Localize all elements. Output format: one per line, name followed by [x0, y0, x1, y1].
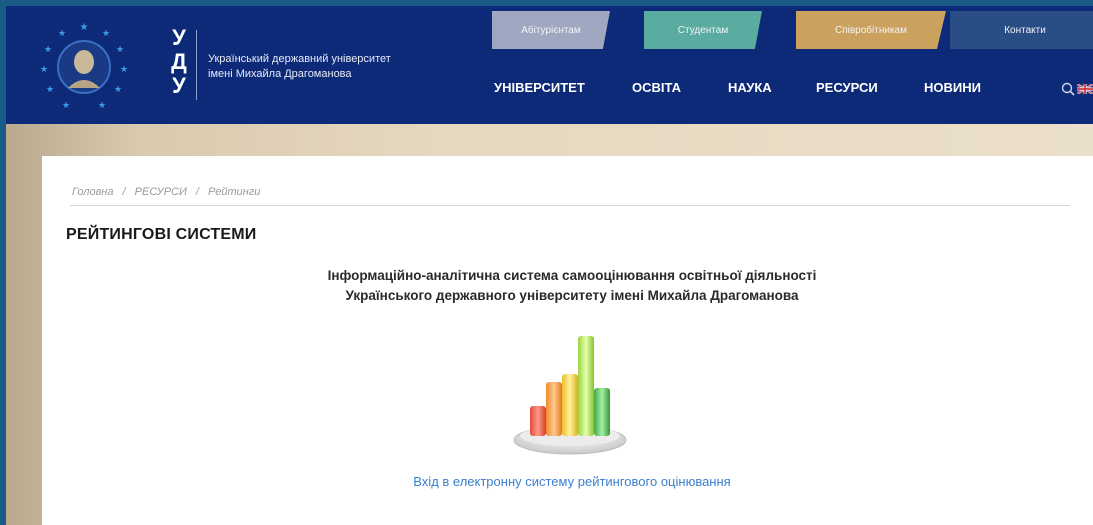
tab-contacts[interactable]: Контакти: [950, 11, 1093, 49]
tab-applicants[interactable]: Абітурієнтам: [492, 11, 610, 49]
nav-university[interactable]: УНІВЕРСИТЕТ: [494, 74, 585, 102]
site-header: ★ ★ ★ ★ ★ ★ ★ ★ ★ ★ ★ У Д У Український …: [6, 6, 1093, 124]
description-line: Інформаційно-аналітична система самооцін…: [327, 268, 817, 283]
svg-text:★: ★: [62, 100, 70, 110]
svg-text:★: ★: [58, 28, 66, 38]
svg-text:★: ★: [102, 28, 110, 38]
svg-text:★: ★: [114, 84, 122, 94]
breadcrumb-resources[interactable]: РЕСУРСИ: [135, 186, 187, 198]
svg-text:★: ★: [40, 64, 48, 74]
nav-resources[interactable]: РЕСУРСИ: [816, 74, 878, 102]
breadcrumb-divider: [70, 205, 1070, 206]
svg-text:★: ★: [120, 64, 128, 74]
logo-divider: [196, 30, 197, 100]
university-name-line: Український державний університет: [208, 53, 391, 65]
university-name-line: імені Михайла Драгоманова: [208, 68, 352, 80]
logo-letters: У Д У: [168, 26, 190, 98]
breadcrumb-current: Рейтинги: [208, 186, 261, 198]
logo-letter: Д: [171, 49, 187, 74]
system-description: Інформаційно-аналітична система самооцін…: [242, 266, 902, 306]
nav-news[interactable]: НОВИНИ: [924, 74, 981, 102]
breadcrumb-separator: /: [122, 186, 126, 198]
svg-text:★: ★: [46, 84, 54, 94]
page-title: РЕЙТИНГОВІ СИСТЕМИ: [66, 226, 257, 243]
breadcrumb-home[interactable]: Головна: [72, 186, 113, 198]
tab-students[interactable]: Студентам: [644, 11, 762, 49]
university-name[interactable]: Український державний університет імені …: [208, 52, 468, 82]
university-emblem-icon[interactable]: ★ ★ ★ ★ ★ ★ ★ ★ ★ ★ ★: [38, 20, 130, 112]
page-frame: ★ ★ ★ ★ ★ ★ ★ ★ ★ ★ ★ У Д У Український …: [6, 6, 1093, 525]
bar-chart-icon[interactable]: [512, 328, 632, 456]
nav-science[interactable]: НАУКА: [728, 74, 772, 102]
svg-text:★: ★: [116, 44, 124, 54]
description-line: Українського державного університету іме…: [345, 288, 799, 303]
breadcrumb: Головна / РЕСУРСИ / Рейтинги: [72, 186, 266, 198]
breadcrumb-separator: /: [195, 186, 199, 198]
nav-education[interactable]: ОСВІТА: [632, 74, 681, 102]
logo-letter: У: [172, 73, 186, 98]
rating-system-login-link[interactable]: Вхід в електронну систему рейтингового о…: [242, 474, 902, 489]
svg-text:★: ★: [44, 44, 52, 54]
svg-text:★: ★: [98, 100, 106, 110]
search-icon[interactable]: [1061, 82, 1075, 96]
tab-staff[interactable]: Співробітникам: [796, 11, 946, 49]
svg-text:★: ★: [80, 22, 89, 33]
logo-letter: У: [172, 25, 186, 50]
content-card: Головна / РЕСУРСИ / Рейтинги РЕЙТИНГОВІ …: [42, 156, 1093, 525]
uk-flag-icon[interactable]: [1077, 84, 1093, 94]
